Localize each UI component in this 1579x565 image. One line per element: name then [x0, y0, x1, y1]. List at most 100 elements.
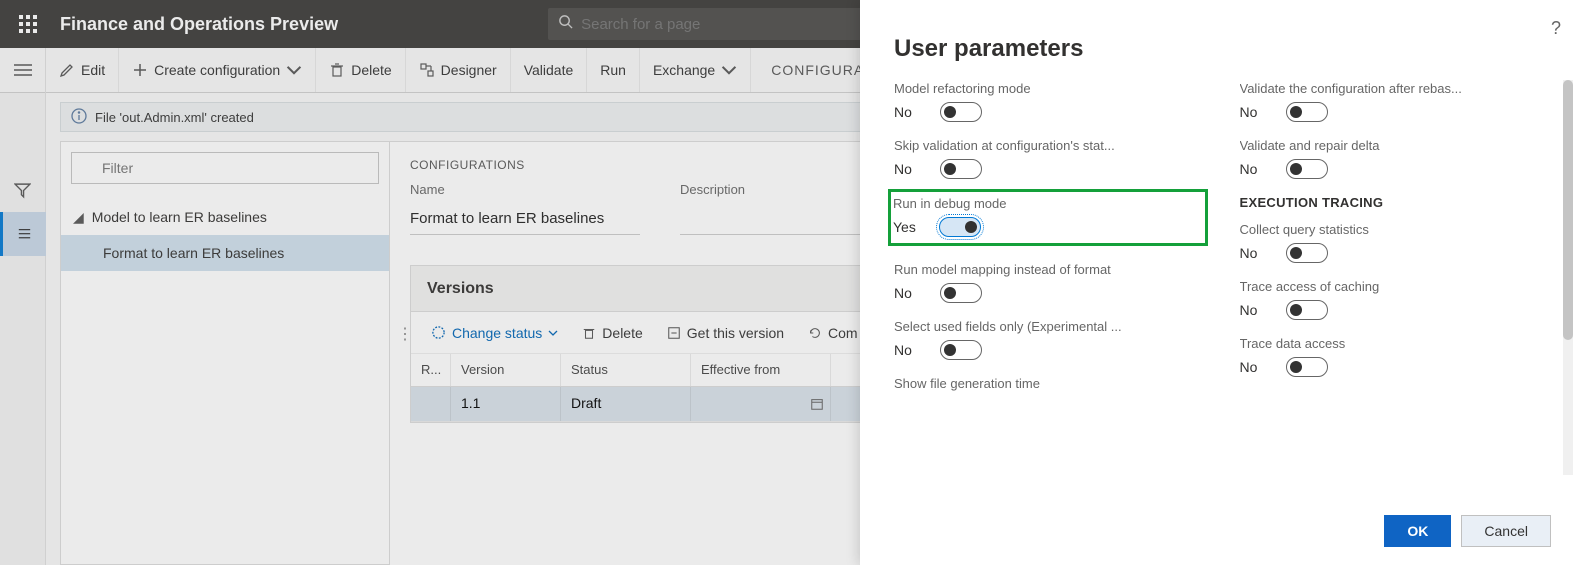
- param-value: No: [894, 161, 922, 177]
- exchange-button[interactable]: Exchange: [640, 48, 751, 92]
- col-r[interactable]: R...: [411, 354, 451, 386]
- toggle[interactable]: [940, 159, 982, 179]
- param-label: Trace access of caching: [1240, 279, 1500, 294]
- change-status-button[interactable]: Change status: [421, 316, 568, 350]
- info-text: File 'out.Admin.xml' created: [95, 110, 254, 125]
- toggle[interactable]: [940, 340, 982, 360]
- params-right-column: Validate the configuration after rebas..…: [1240, 81, 1546, 461]
- param-item: Collect query statistics No: [1240, 222, 1546, 263]
- cell-version: 1.1: [451, 387, 561, 421]
- run-button[interactable]: Run: [587, 48, 640, 92]
- delete-button[interactable]: Delete: [316, 48, 405, 92]
- toggle[interactable]: [940, 283, 982, 303]
- chevron-down-icon: [548, 328, 558, 338]
- chevron-down-icon: [286, 62, 302, 78]
- filter-input[interactable]: [71, 152, 379, 184]
- toggle[interactable]: [940, 102, 982, 122]
- param-value: No: [1240, 359, 1268, 375]
- param-item: Run model mapping instead of format No: [894, 262, 1200, 303]
- param-label: Validate the configuration after rebas..…: [1240, 81, 1500, 96]
- search-icon: [558, 14, 573, 34]
- toggle[interactable]: [1286, 159, 1328, 179]
- pencil-icon: [59, 62, 75, 78]
- col-version[interactable]: Version: [451, 354, 561, 386]
- scrollbar-thumb[interactable]: [1563, 80, 1573, 340]
- toggle[interactable]: [1286, 102, 1328, 122]
- col-effective[interactable]: Effective from: [691, 354, 831, 386]
- trash-icon: [329, 62, 345, 78]
- get-version-button[interactable]: Get this version: [657, 316, 794, 350]
- name-label: Name: [410, 182, 640, 197]
- param-value: No: [894, 285, 922, 301]
- param-value: No: [1240, 245, 1268, 261]
- param-label: Select used fields only (Experimental ..…: [894, 319, 1154, 334]
- list-icon: [16, 228, 33, 241]
- app-launcher-icon[interactable]: [8, 0, 48, 48]
- param-label: Collect query statistics: [1240, 222, 1500, 237]
- ok-button[interactable]: OK: [1384, 515, 1451, 547]
- param-label: Run in debug mode: [893, 196, 1153, 211]
- param-label: Validate and repair delta: [1240, 138, 1500, 153]
- col-status[interactable]: Status: [561, 354, 691, 386]
- param-item: Validate and repair delta No: [1240, 138, 1546, 179]
- param-label: Skip validation at configuration's stat.…: [894, 138, 1154, 153]
- plus-icon: [132, 62, 148, 78]
- chevron-down-icon: [721, 62, 737, 78]
- more-icon[interactable]: ⋮: [397, 324, 409, 344]
- panel-title: User parameters: [860, 0, 1579, 81]
- param-value: No: [1240, 104, 1268, 120]
- status-icon: [431, 325, 446, 340]
- create-configuration-button[interactable]: Create configuration: [119, 48, 316, 92]
- param-item: Run in debug mode Yes: [894, 189, 1200, 246]
- param-label: Trace data access: [1240, 336, 1500, 351]
- caret-down-icon: ◢: [73, 209, 84, 226]
- param-item: Select used fields only (Experimental ..…: [894, 319, 1200, 360]
- left-rail: [0, 93, 46, 565]
- list-rail-button[interactable]: [0, 212, 46, 256]
- param-label: Run model mapping instead of format: [894, 262, 1154, 277]
- cancel-button[interactable]: Cancel: [1461, 515, 1551, 547]
- toggle[interactable]: [1286, 357, 1328, 377]
- trash-icon: [582, 326, 596, 340]
- panel-scrollbar[interactable]: [1563, 80, 1573, 475]
- param-value: Yes: [893, 219, 921, 235]
- breadcrumb: CONFIGURAT: [771, 62, 873, 78]
- name-value[interactable]: Format to learn ER baselines: [410, 203, 640, 235]
- app-title: Finance and Operations Preview: [60, 14, 338, 35]
- execution-tracing-heading: EXECUTION TRACING: [1240, 195, 1546, 210]
- tree-child-item[interactable]: Format to learn ER baselines: [61, 235, 389, 271]
- designer-button[interactable]: Designer: [406, 48, 511, 92]
- versions-com-button[interactable]: Com: [798, 316, 868, 350]
- param-item: Trace data access No: [1240, 336, 1546, 377]
- param-value: No: [1240, 161, 1268, 177]
- toggle[interactable]: [939, 217, 981, 237]
- cell-status: Draft: [561, 387, 691, 421]
- param-item: Model refactoring mode No: [894, 81, 1200, 122]
- validate-button[interactable]: Validate: [511, 48, 588, 92]
- edit-icon: [667, 326, 681, 340]
- toggle[interactable]: [1286, 300, 1328, 320]
- param-value: No: [894, 342, 922, 358]
- params-left-column: Model refactoring mode No Skip validation …: [894, 81, 1200, 461]
- versions-delete-button[interactable]: Delete: [572, 316, 652, 350]
- param-label: Model refactoring mode: [894, 81, 1154, 96]
- calendar-icon[interactable]: [810, 397, 824, 411]
- param-item: Skip validation at configuration's stat.…: [894, 138, 1200, 179]
- designer-icon: [419, 62, 435, 78]
- user-parameters-panel: ? User parameters Model refactoring mode…: [860, 0, 1579, 565]
- help-icon[interactable]: ?: [1551, 18, 1561, 39]
- refresh-icon: [808, 326, 822, 340]
- param-item: Trace access of caching No: [1240, 279, 1546, 320]
- param-value: No: [1240, 302, 1268, 318]
- param-label: Show file generation time: [894, 376, 1154, 391]
- tree-panel: ◢ Model to learn ER baselines Format to …: [60, 141, 390, 565]
- filter-rail-button[interactable]: [0, 168, 46, 212]
- edit-button[interactable]: Edit: [46, 48, 119, 92]
- info-icon: [71, 108, 87, 127]
- param-item: Show file generation time: [894, 376, 1200, 391]
- filter-icon: [14, 182, 31, 199]
- param-value: No: [894, 104, 922, 120]
- tree-parent-item[interactable]: ◢ Model to learn ER baselines: [61, 199, 389, 235]
- toggle[interactable]: [1286, 243, 1328, 263]
- rail-toggle-icon[interactable]: [0, 48, 46, 93]
